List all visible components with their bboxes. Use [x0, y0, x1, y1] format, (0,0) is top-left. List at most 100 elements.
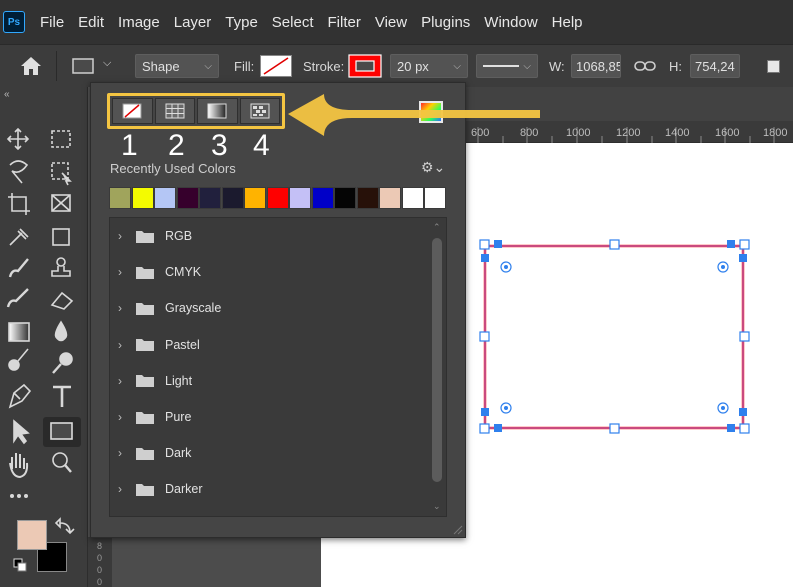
recent-color-swatch[interactable] [334, 187, 356, 209]
no-color-button[interactable] [112, 98, 153, 124]
scroll-thumb[interactable] [432, 238, 442, 482]
chevron-right-icon[interactable]: › [118, 482, 136, 496]
type-tool-icon [53, 385, 71, 407]
gradient-button[interactable] [197, 98, 238, 124]
scrollbar[interactable]: ⌃ ⌄ [430, 222, 444, 514]
chevron-right-icon[interactable]: › [118, 446, 136, 460]
menu-view[interactable]: View [375, 14, 407, 31]
path-operations-icon[interactable] [767, 60, 780, 73]
recent-color-swatch[interactable] [154, 187, 176, 209]
solid-color-button[interactable] [154, 98, 195, 124]
stroke-type-select[interactable]: ⌵ [476, 54, 538, 78]
options-bar: ⌵ Shape ⌵ Fill: Stroke: 20 px ⌵ ⌵ W: 106… [0, 44, 793, 87]
chevron-right-icon[interactable]: › [118, 338, 136, 352]
chevron-right-icon[interactable]: › [118, 410, 136, 424]
menu-select[interactable]: Select [272, 14, 314, 31]
swatch-folder-list: › RGB › CMYK › Grayscale › Pastel › Light › Pure › Da… [109, 217, 447, 517]
svg-text:0: 0 [97, 565, 102, 575]
height-field[interactable]: 754,24 [690, 54, 740, 78]
menu-layer[interactable]: Layer [174, 14, 212, 31]
marquee-tool-icon [51, 130, 71, 148]
recent-color-swatch[interactable] [131, 187, 154, 209]
rectangle-tool-preset-icon[interactable] [72, 58, 94, 74]
recent-color-swatch[interactable] [401, 187, 424, 209]
recent-color-swatch[interactable] [244, 187, 266, 209]
scroll-down-icon[interactable]: ⌄ [433, 501, 441, 512]
swatch-folder-item[interactable]: › CMYK [110, 254, 428, 290]
swatch-folder-item[interactable]: › Pure [110, 399, 428, 435]
ruler-tick-label: 1600 [715, 127, 740, 139]
frame-tool-icon [51, 194, 71, 212]
swatch-folder-item[interactable]: › RGB [110, 218, 428, 254]
recent-color-swatch[interactable] [221, 187, 244, 209]
swatch-folder-item[interactable]: › Pastel [110, 327, 428, 363]
stroke-label: Stroke: [303, 59, 345, 74]
mode-value: Shape [142, 58, 180, 74]
folder-icon [136, 230, 154, 243]
pasteboard [112, 537, 321, 587]
transform-handles [479, 239, 750, 434]
swatch-folder-label: CMYK [165, 265, 202, 280]
annotation-number: 1 [121, 129, 138, 162]
ruler-tick-label: 1400 [665, 127, 690, 139]
recent-color-swatch[interactable] [424, 187, 446, 209]
menu-filter[interactable]: Filter [328, 14, 361, 31]
gradient-icon [207, 103, 227, 119]
chevron-down-icon[interactable]: ⌵ [103, 57, 111, 70]
chevron-right-icon[interactable]: › [118, 265, 136, 279]
recently-used-colors-label: Recently Used Colors [110, 161, 236, 176]
pattern-button[interactable] [239, 98, 280, 124]
rectangle-tool-icon [50, 422, 73, 440]
menu-edit[interactable]: Edit [78, 14, 104, 31]
eraser-tool-icon [50, 291, 74, 310]
photoshop-logo[interactable]: Ps [3, 11, 25, 33]
scroll-up-icon[interactable]: ⌃ [433, 222, 441, 233]
chevron-down-icon: ⌵ [453, 60, 461, 72]
menu-help[interactable]: Help [552, 14, 583, 31]
chevron-right-icon[interactable]: › [118, 229, 136, 243]
folder-icon [136, 339, 154, 352]
resize-grip-icon[interactable] [451, 523, 463, 535]
recent-color-swatch[interactable] [109, 187, 131, 209]
height-label: H: [669, 59, 682, 74]
eyedropper-tool-icon [9, 228, 29, 246]
recent-colors-row [109, 187, 447, 209]
menu-plugins[interactable]: Plugins [421, 14, 470, 31]
gear-icon[interactable]: ⚙⌄ [421, 159, 445, 176]
home-icon[interactable] [20, 56, 42, 76]
svg-text:0: 0 [97, 553, 102, 563]
foreground-color-swatch[interactable] [17, 520, 47, 550]
stroke-width-field[interactable]: 20 px ⌵ [390, 54, 468, 78]
radius-handles [500, 261, 729, 414]
annotation-number: 2 [168, 129, 185, 162]
recent-color-swatch[interactable] [266, 187, 289, 209]
recent-color-swatch[interactable] [176, 187, 199, 209]
swatch-folder-label: Grayscale [165, 301, 222, 316]
menu-image[interactable]: Image [118, 14, 160, 31]
recent-color-swatch[interactable] [311, 187, 334, 209]
swatch-folder-item[interactable]: › Grayscale [110, 290, 428, 326]
ruler-tick-label: 1800 [763, 127, 788, 139]
chevron-right-icon[interactable]: › [118, 374, 136, 388]
swatch-folder-item[interactable]: › Darker [110, 471, 428, 507]
swatch-folder-item[interactable]: › Light [110, 363, 428, 399]
swatch-folder-item[interactable]: › Dark [110, 435, 428, 471]
chevron-right-icon[interactable]: › [118, 301, 136, 315]
menu-window[interactable]: Window [484, 14, 537, 31]
chevron-down-icon: ⌵ [204, 60, 212, 72]
history-brush-icon [6, 288, 29, 308]
link-icon[interactable] [634, 59, 656, 73]
menu-file[interactable]: File [40, 14, 64, 31]
width-field[interactable]: 1068,85 [571, 54, 621, 78]
stroke-swatch[interactable] [348, 54, 382, 78]
recent-color-swatch[interactable] [289, 187, 311, 209]
width-label: W: [549, 59, 565, 74]
fill-swatch[interactable] [260, 55, 292, 77]
recent-color-swatch[interactable] [199, 187, 221, 209]
recent-color-swatch[interactable] [379, 187, 401, 209]
mode-select[interactable]: Shape ⌵ [135, 54, 219, 78]
recent-color-swatch[interactable] [356, 187, 379, 209]
menu-type[interactable]: Type [225, 14, 258, 31]
folder-icon [136, 447, 154, 460]
vertical-ruler: 8 0 0 0 [88, 537, 112, 587]
